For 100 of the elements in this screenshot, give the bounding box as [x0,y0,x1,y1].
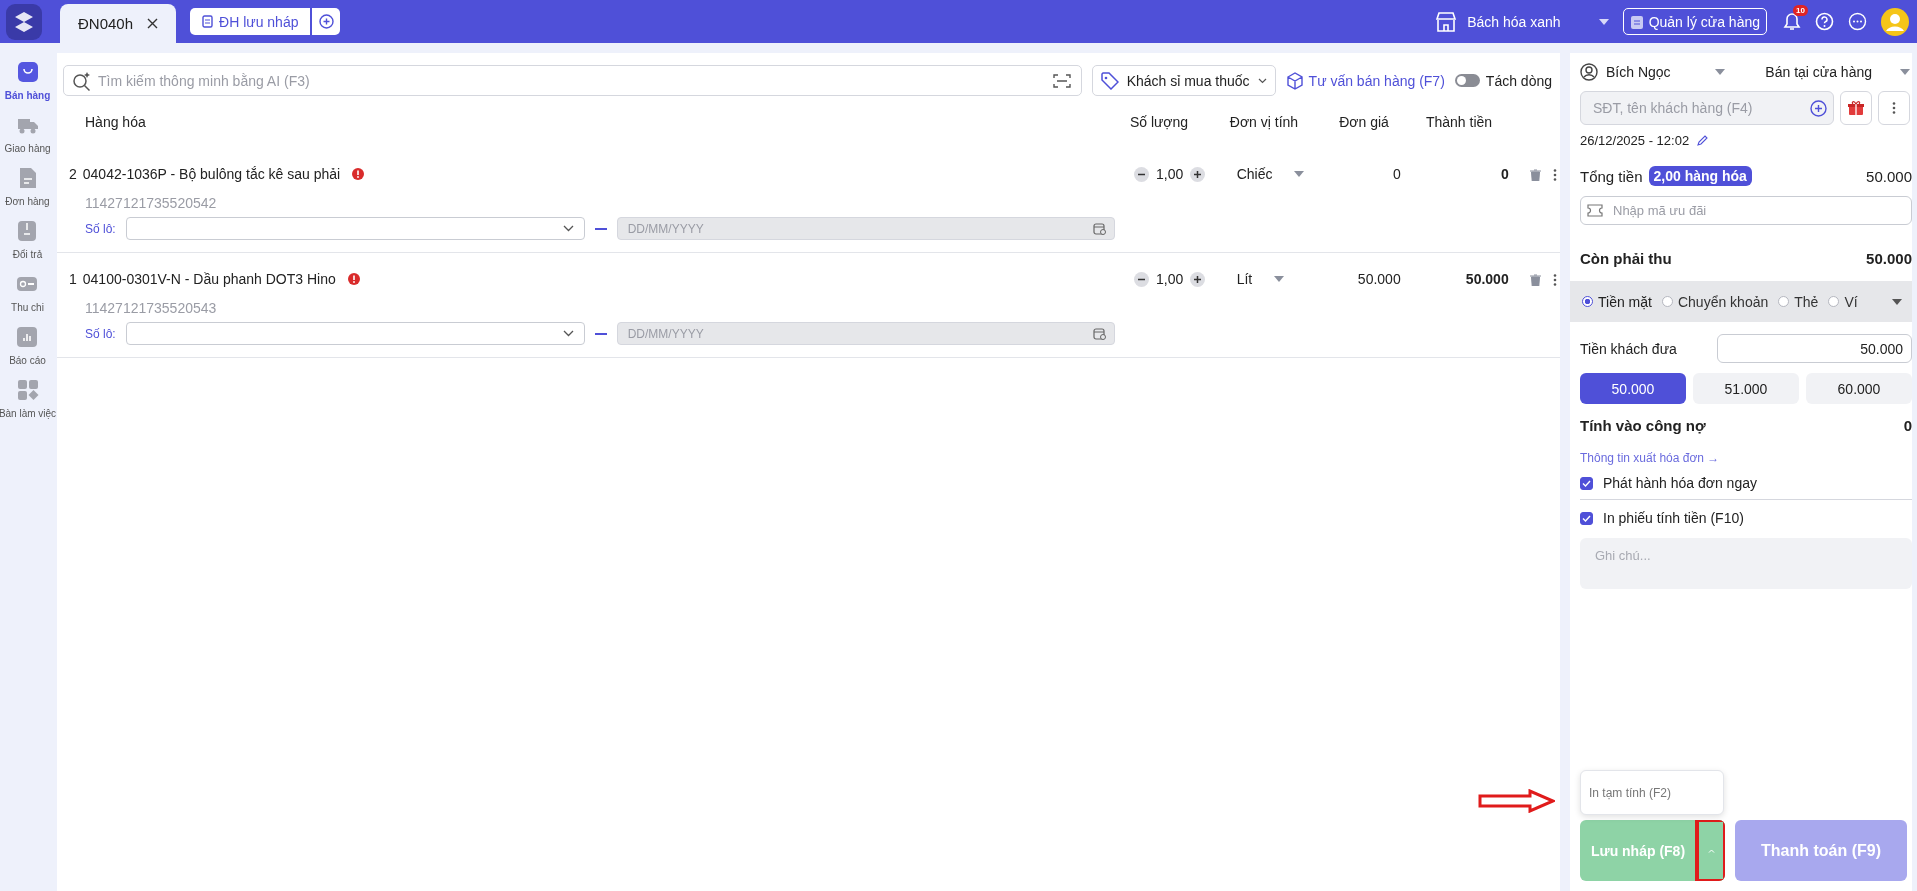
product-code: 11427121735520542 [85,195,218,211]
chevron-down-icon [1257,77,1267,84]
warning-icon[interactable] [347,273,360,285]
box-icon [16,220,39,242]
warning-icon[interactable] [352,168,365,180]
payment-method-option[interactable]: Thẻ [1778,293,1819,310]
chevron-down-icon [562,330,574,337]
order-datetime: 26/12/2025 - 12:02 [1580,133,1690,148]
radio-button[interactable] [1828,296,1840,307]
draft-orders-button[interactable]: ĐH lưu nháp [190,8,311,35]
column-header: Hàng hóa [85,114,147,130]
sidebar-item[interactable]: Bán hàng [4,61,51,101]
more-icon[interactable] [1552,274,1557,286]
store-icon [1435,11,1458,32]
receipt-icon [202,15,214,28]
staff-select[interactable]: Bích Ngọc [1580,63,1725,81]
sidebar-item[interactable]: Báo cáo [9,326,46,366]
quantity-value[interactable]: 1,00 [1156,166,1184,182]
chevron-down-icon [562,225,574,232]
plus-button[interactable] [1190,271,1206,287]
unit-price[interactable]: 0 [1324,166,1425,182]
avatar-icon[interactable] [1881,7,1909,36]
draft-menu-toggle[interactable] [1697,820,1725,881]
store-select[interactable]: Bách hóa xanh [1435,11,1609,32]
checkbox[interactable] [1580,476,1593,490]
sidebar-item[interactable]: Đơn hàng [5,167,50,207]
dash-icon [594,227,607,230]
delete-icon[interactable] [1529,274,1541,286]
cash-received-field[interactable]: 50.000 [1717,334,1912,363]
radio-button[interactable] [1661,296,1673,307]
help-icon[interactable] [1815,12,1834,31]
lot-label: Số lô: [85,221,116,236]
unit-select[interactable]: Lít [1224,271,1325,287]
bag-icon [16,61,39,83]
payment-method-option[interactable]: Tiền mặt [1582,293,1652,310]
sidebar-item[interactable]: Bàn làm việc [0,379,57,419]
option-label: Phát hành hóa đơn ngay [1603,475,1757,491]
caret-icon [1900,69,1910,75]
split-lines-toggle[interactable] [1454,74,1480,87]
plus-circle-icon[interactable] [1810,99,1827,117]
payment-method-option[interactable]: Ví [1828,293,1858,310]
sidebar-item[interactable]: Đổi trả [12,220,43,260]
more-icon[interactable] [1552,169,1557,181]
calendar-icon [1092,327,1106,340]
order-tab[interactable]: ĐN040h [60,4,177,43]
column-header: Thành tiền [1424,114,1494,130]
delete-icon[interactable] [1529,169,1541,181]
total-amount: 50.000 [1866,167,1912,185]
invoice-info-link[interactable]: Thông tin xuất hóa đơn → [1580,451,1720,465]
tag-icon [1100,71,1119,90]
notification-icon[interactable] [1783,12,1801,31]
amount-button[interactable]: 50.000 [1580,373,1686,404]
checkbox[interactable] [1580,511,1593,525]
lot-label: Số lô: [85,326,116,341]
close-icon[interactable] [147,18,159,29]
caret-icon [1294,171,1305,177]
amount-button[interactable]: 60.000 [1806,373,1912,404]
caret-icon[interactable] [1892,298,1902,305]
clipboard-icon [1629,13,1644,30]
radio-button[interactable] [1582,296,1593,307]
amount-button[interactable]: 51.000 [1693,373,1799,404]
row-number: 2 [69,166,77,182]
plus-circle-icon [318,14,334,29]
gift-icon[interactable] [1840,91,1872,125]
app-logo [6,3,42,40]
amount-due: 50.000 [1866,250,1912,267]
line-total: 0 [1499,166,1510,182]
cash-received-label: Tiền khách đưa [1580,340,1677,357]
sidebar-item[interactable]: Thu chi [11,273,44,313]
row-number: 1 [69,271,77,287]
amount-due-label: Còn phải thu [1580,250,1672,267]
caret-icon [1598,18,1609,25]
debt-amount: 0 [1903,417,1912,434]
sidebar-item[interactable]: Giao hàng [4,114,51,154]
package-icon [1285,71,1304,90]
plus-button[interactable] [1190,166,1206,182]
menu-item[interactable]: In tạm tính (F2) [1580,770,1724,815]
sales-advice-link[interactable]: Tư vấn bán hàng (F7) [1285,71,1445,90]
search-icon [72,70,92,91]
radio-button[interactable] [1778,296,1790,307]
minus-button[interactable] [1134,166,1150,182]
unit-select[interactable]: Chiếc [1224,166,1325,182]
sales-channel-select[interactable]: Bán tại cửa hàng [1765,64,1910,80]
minus-button[interactable] [1134,271,1150,287]
add-order-button[interactable] [312,8,341,35]
edit-icon[interactable] [1697,135,1709,146]
unit-price[interactable]: 50.000 [1324,271,1425,287]
user-icon [1580,63,1598,81]
notification-count: 10 [1793,5,1808,16]
toggle-label: Tách dòng [1485,72,1552,89]
product-name: 04042-1036P - Bộ bulông tắc kê sau phải [82,166,341,182]
product-code: 11427121735520543 [85,300,218,316]
payment-method-option[interactable]: Chuyển khoản [1661,293,1769,310]
price-list-select[interactable]: Khách sỉ mua thuốc [1091,65,1276,96]
caret-icon [1714,69,1725,75]
column-header: Đơn giá [1338,114,1390,130]
store-management-button[interactable]: Quản lý cửa hàng [1622,8,1767,35]
quantity-value[interactable]: 1,00 [1156,271,1184,287]
item-count-badge: 2,00 hàng hóa [1648,166,1752,186]
scan-icon[interactable] [1052,72,1071,89]
